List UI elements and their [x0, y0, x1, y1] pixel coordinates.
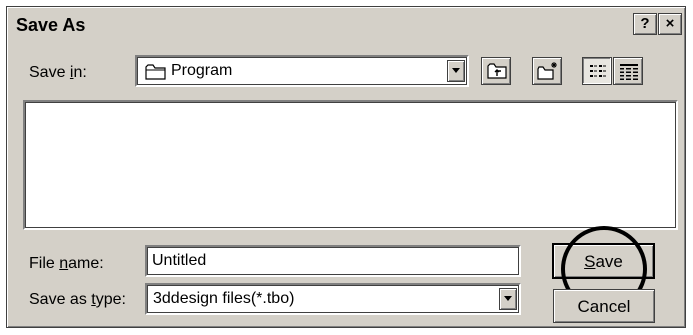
- file-list[interactable]: [23, 100, 678, 230]
- details-view-button[interactable]: [613, 57, 643, 85]
- help-icon: ?: [640, 15, 650, 32]
- up-one-level-button[interactable]: [481, 57, 511, 85]
- help-button[interactable]: ?: [633, 13, 657, 35]
- save-in-value: Program: [171, 62, 233, 79]
- save-as-type-combo[interactable]: 3ddesign files(*.tbo): [145, 283, 521, 315]
- save-as-type-value: 3ddesign files(*.tbo): [153, 290, 295, 307]
- folder-icon: [145, 63, 167, 86]
- close-button[interactable]: ×: [658, 13, 682, 35]
- file-name-value: Untitled: [152, 252, 207, 269]
- save-in-dropdown-button[interactable]: [447, 60, 465, 82]
- save-as-type-label: Save as type:: [29, 291, 126, 308]
- close-icon: ×: [665, 15, 675, 32]
- save-as-dialog: Save As ? × Save in: Program File name: …: [6, 6, 686, 328]
- save-in-label: Save in:: [29, 64, 87, 81]
- file-name-label: File name:: [29, 255, 104, 272]
- cancel-button-label: Cancel: [577, 297, 631, 316]
- file-name-field[interactable]: Untitled: [145, 245, 521, 277]
- title-bar: Save As ? ×: [10, 10, 682, 40]
- new-folder-button[interactable]: [532, 57, 562, 85]
- save-as-type-dropdown-button[interactable]: [499, 288, 517, 310]
- new-folder-icon: [537, 61, 559, 86]
- list-view-button[interactable]: [582, 57, 612, 85]
- cancel-button[interactable]: Cancel: [553, 289, 655, 323]
- list-view-icon: [589, 64, 607, 85]
- chevron-down-icon: [504, 296, 512, 301]
- save-in-combo[interactable]: Program: [135, 55, 469, 87]
- details-view-icon: [619, 63, 639, 86]
- dialog-title: Save As: [16, 15, 86, 35]
- chevron-down-icon: [452, 68, 460, 73]
- up-one-level-icon: [487, 63, 507, 84]
